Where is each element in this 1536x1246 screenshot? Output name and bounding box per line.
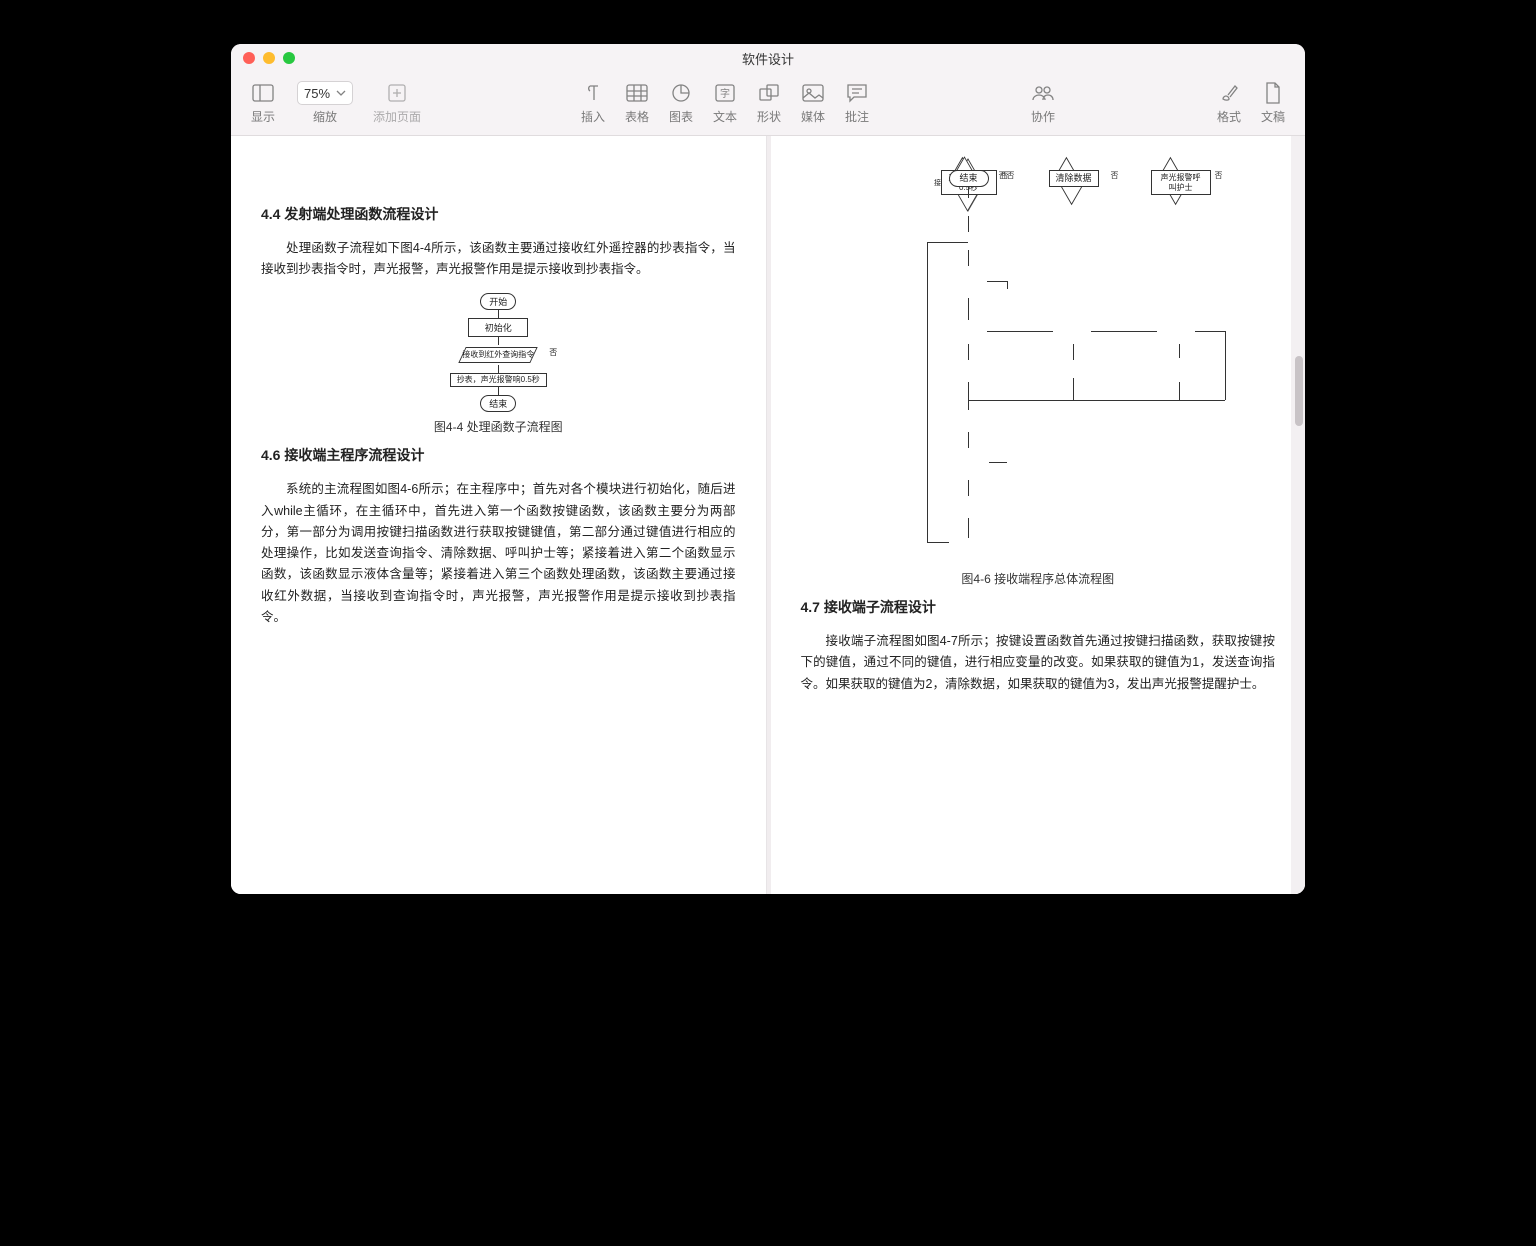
text-button[interactable]: 字 文本 [703,82,747,125]
zoom-label: 缩放 [313,108,337,125]
paragraph-4-7: 接收端子流程图如图4-7所示；按键设置函数首先通过按键扫描函数，获取按键按下的键… [801,631,1276,695]
brush-icon [1219,82,1239,104]
heading-4-4: 4.4 发射端处理函数流程设计 [261,204,736,224]
heading-4-6: 4.6 接收端主程序流程设计 [261,445,736,465]
comment-icon [846,82,868,104]
scroll-thumb[interactable] [1295,356,1303,426]
zoom-select[interactable]: 75% [297,81,353,105]
close-button[interactable] [243,52,255,64]
zoom-value: 75% [304,86,330,101]
insert-button[interactable]: 插入 [571,82,615,125]
paragraph-4-4: 处理函数子流程如下图4-4所示，该函数主要通过接收红外遥控器的抄表指令，当接收到… [261,238,736,281]
collab-button[interactable]: 协作 [1021,82,1065,125]
document-icon [1264,82,1282,104]
page-left: 4.4 发射端处理函数流程设计 处理函数子流程如下图4-4所示，该函数主要通过接… [231,136,767,894]
image-icon [802,82,824,104]
plus-square-icon [387,82,407,104]
caption-4-4: 图4-4 处理函数子流程图 [261,418,736,435]
doc-button[interactable]: 文稿 [1251,82,1295,125]
zoom-control[interactable]: 75% 缩放 [289,82,361,125]
toolbar: 显示 75% 缩放 添加页面 [231,72,1305,136]
chart-button[interactable]: 图表 [659,82,703,125]
app-window: 软件设计 显示 75% 缩放 [231,44,1305,894]
heading-4-7: 4.7 接收端子流程设计 [801,597,1276,617]
media-button[interactable]: 媒体 [791,82,835,125]
flowchart-4-4: 开始 初始化 接收到红外查询指令 否 抄表，声光报警响0.5秒 结束 [423,293,573,413]
format-button[interactable]: 格式 [1207,82,1251,125]
window-title: 软件设计 [742,49,794,68]
document-area[interactable]: 4.4 发射端处理函数流程设计 处理函数子流程如下图4-4所示，该函数主要通过接… [231,136,1305,894]
view-label: 显示 [251,108,275,125]
window-controls [243,52,295,64]
shape-button[interactable]: 形状 [747,82,791,125]
table-icon [626,82,648,104]
paragraph-4-6: 系统的主流程图如图4-6所示；在主程序中；首先对各个模块进行初始化，随后进入wh… [261,479,736,628]
flowchart-4-6: 开始 初始化 按键扫描 按键按下 否 是 按键1按下 否 按键2按下 否 按键2… [801,170,1221,590]
svg-text:字: 字 [720,87,730,100]
fullscreen-button[interactable] [283,52,295,64]
page-right: 开始 初始化 按键扫描 按键按下 否 是 按键1按下 否 按键2按下 否 按键2… [771,136,1306,894]
add-page-button[interactable]: 添加页面 [365,82,429,125]
titlebar: 软件设计 [231,44,1305,72]
text-icon: 字 [715,82,735,104]
paragraph-icon [584,82,602,104]
shape-icon [758,82,780,104]
table-button[interactable]: 表格 [615,82,659,125]
pie-chart-icon [671,82,691,104]
chevron-down-icon [336,90,346,96]
people-icon [1031,82,1055,104]
minimize-button[interactable] [263,52,275,64]
comment-button[interactable]: 批注 [835,82,879,125]
sidebar-icon [252,82,274,104]
add-page-label: 添加页面 [373,108,421,125]
view-button[interactable]: 显示 [241,82,285,125]
vertical-scrollbar[interactable] [1291,136,1305,894]
